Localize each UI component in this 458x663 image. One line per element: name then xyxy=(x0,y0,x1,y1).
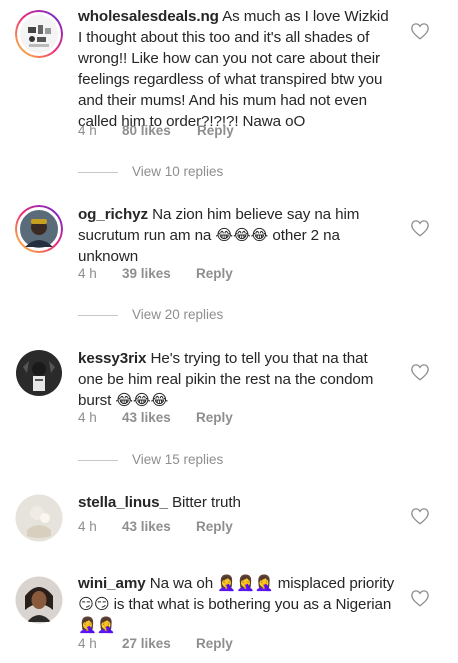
avatar[interactable] xyxy=(15,349,63,397)
heart-outline-icon[interactable] xyxy=(410,507,430,525)
replies-divider xyxy=(78,459,118,461)
comment-time: 4 h xyxy=(78,519,97,534)
comment-username[interactable]: wini_amy xyxy=(78,575,146,592)
comment-message: As much as I love Wizkid I thought about… xyxy=(78,8,389,130)
reply-button[interactable]: Reply xyxy=(196,266,233,281)
view-replies-button[interactable]: View 20 replies xyxy=(78,307,223,322)
heart-outline-icon[interactable] xyxy=(410,219,430,237)
comment-text: og_richyz Na zion him believe say na him… xyxy=(78,204,396,267)
replies-divider xyxy=(78,171,118,173)
view-replies-button[interactable]: View 10 replies xyxy=(78,164,223,179)
comment-username[interactable]: kessy3rix xyxy=(78,350,146,367)
view-replies-button[interactable]: View 15 replies xyxy=(78,452,223,467)
comment-meta: 4 h 43 likes Reply xyxy=(78,519,233,534)
heart-outline-icon[interactable] xyxy=(410,363,430,381)
comment-likes[interactable]: 43 likes xyxy=(122,519,171,534)
comment-time: 4 h xyxy=(78,123,97,138)
replies-divider xyxy=(78,314,118,316)
comment-meta: 4 h 39 likes Reply xyxy=(78,266,233,281)
comment-username[interactable]: stella_linus_ xyxy=(78,494,168,511)
comment-meta: 4 h 43 likes Reply xyxy=(78,410,233,425)
comment-username[interactable]: og_richyz xyxy=(78,206,148,223)
view-replies-label: View 10 replies xyxy=(132,164,224,179)
avatar[interactable] xyxy=(15,576,63,624)
avatar[interactable] xyxy=(15,494,63,542)
comment-likes[interactable]: 39 likes xyxy=(122,266,171,281)
heart-outline-icon[interactable] xyxy=(410,589,430,607)
heart-outline-icon[interactable] xyxy=(410,22,430,40)
comment-meta: 4 h 27 likes Reply xyxy=(78,636,233,651)
comment-text: stella_linus_ Bitter truth xyxy=(78,492,396,513)
comment-text: wholesalesdeals.ng As much as I love Wiz… xyxy=(78,6,396,132)
comment-meta: 4 h 80 likes Reply xyxy=(78,123,234,138)
view-replies-label: View 20 replies xyxy=(132,307,224,322)
comment-likes[interactable]: 80 likes xyxy=(122,123,171,138)
comment-text: wini_amy Na wa oh 🤦‍♀️🤦‍♀️🤦‍♀️ misplaced… xyxy=(78,573,396,636)
reply-button[interactable]: Reply xyxy=(196,636,233,651)
comment-text: kessy3rix He's trying to tell you that n… xyxy=(78,348,396,411)
comment-time: 4 h xyxy=(78,636,97,651)
reply-button[interactable]: Reply xyxy=(196,519,233,534)
comment-time: 4 h xyxy=(78,410,97,425)
comment-likes[interactable]: 27 likes xyxy=(122,636,171,651)
comment-message: Bitter truth xyxy=(167,494,241,511)
view-replies-label: View 15 replies xyxy=(132,452,224,467)
comment-time: 4 h xyxy=(78,266,97,281)
reply-button[interactable]: Reply xyxy=(197,123,234,138)
comment-likes[interactable]: 43 likes xyxy=(122,410,171,425)
comment-username[interactable]: wholesalesdeals.ng xyxy=(78,8,219,25)
avatar[interactable] xyxy=(15,205,63,253)
reply-button[interactable]: Reply xyxy=(196,410,233,425)
avatar[interactable] xyxy=(15,10,63,58)
